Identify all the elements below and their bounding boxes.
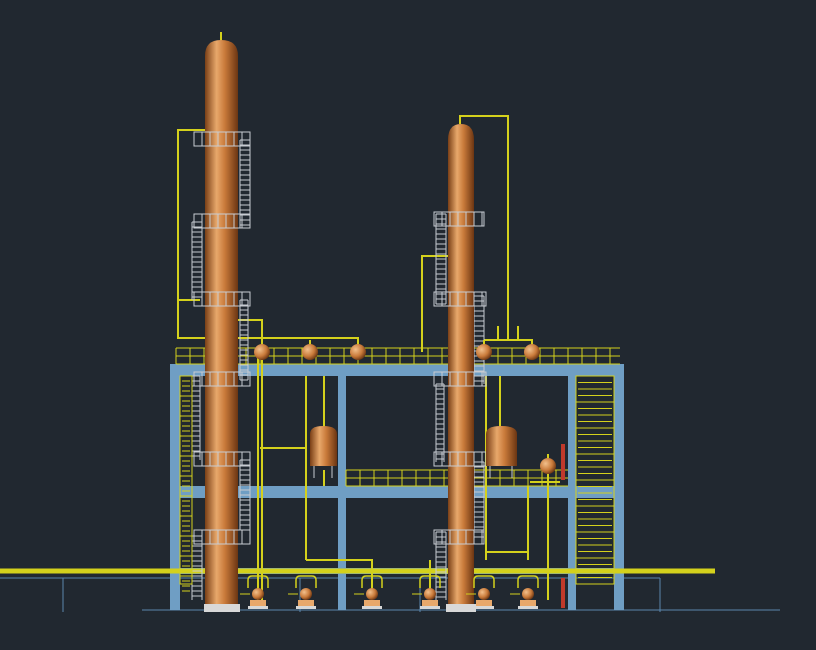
stair-tower-right xyxy=(575,375,615,585)
cad-viewport[interactable] xyxy=(0,0,816,650)
distillation-column-icon xyxy=(204,32,240,612)
sphere-vessel xyxy=(254,340,270,360)
sphere-vessel xyxy=(350,340,366,360)
pump-icon xyxy=(510,575,539,609)
sphere-vessel xyxy=(540,454,556,474)
pump-icon xyxy=(240,575,269,609)
pump-icon xyxy=(288,575,317,609)
sphere-vessel xyxy=(524,340,540,360)
pump-icon xyxy=(354,575,383,609)
pump-row xyxy=(240,575,539,609)
ground-line xyxy=(0,577,780,612)
plant-elevation-drawing xyxy=(0,32,780,612)
sphere-vessel xyxy=(302,340,318,360)
sphere-vessel xyxy=(476,340,492,360)
stair-tower-left xyxy=(179,375,193,592)
red-instrument-lower xyxy=(561,578,565,608)
red-instrument xyxy=(561,444,565,480)
